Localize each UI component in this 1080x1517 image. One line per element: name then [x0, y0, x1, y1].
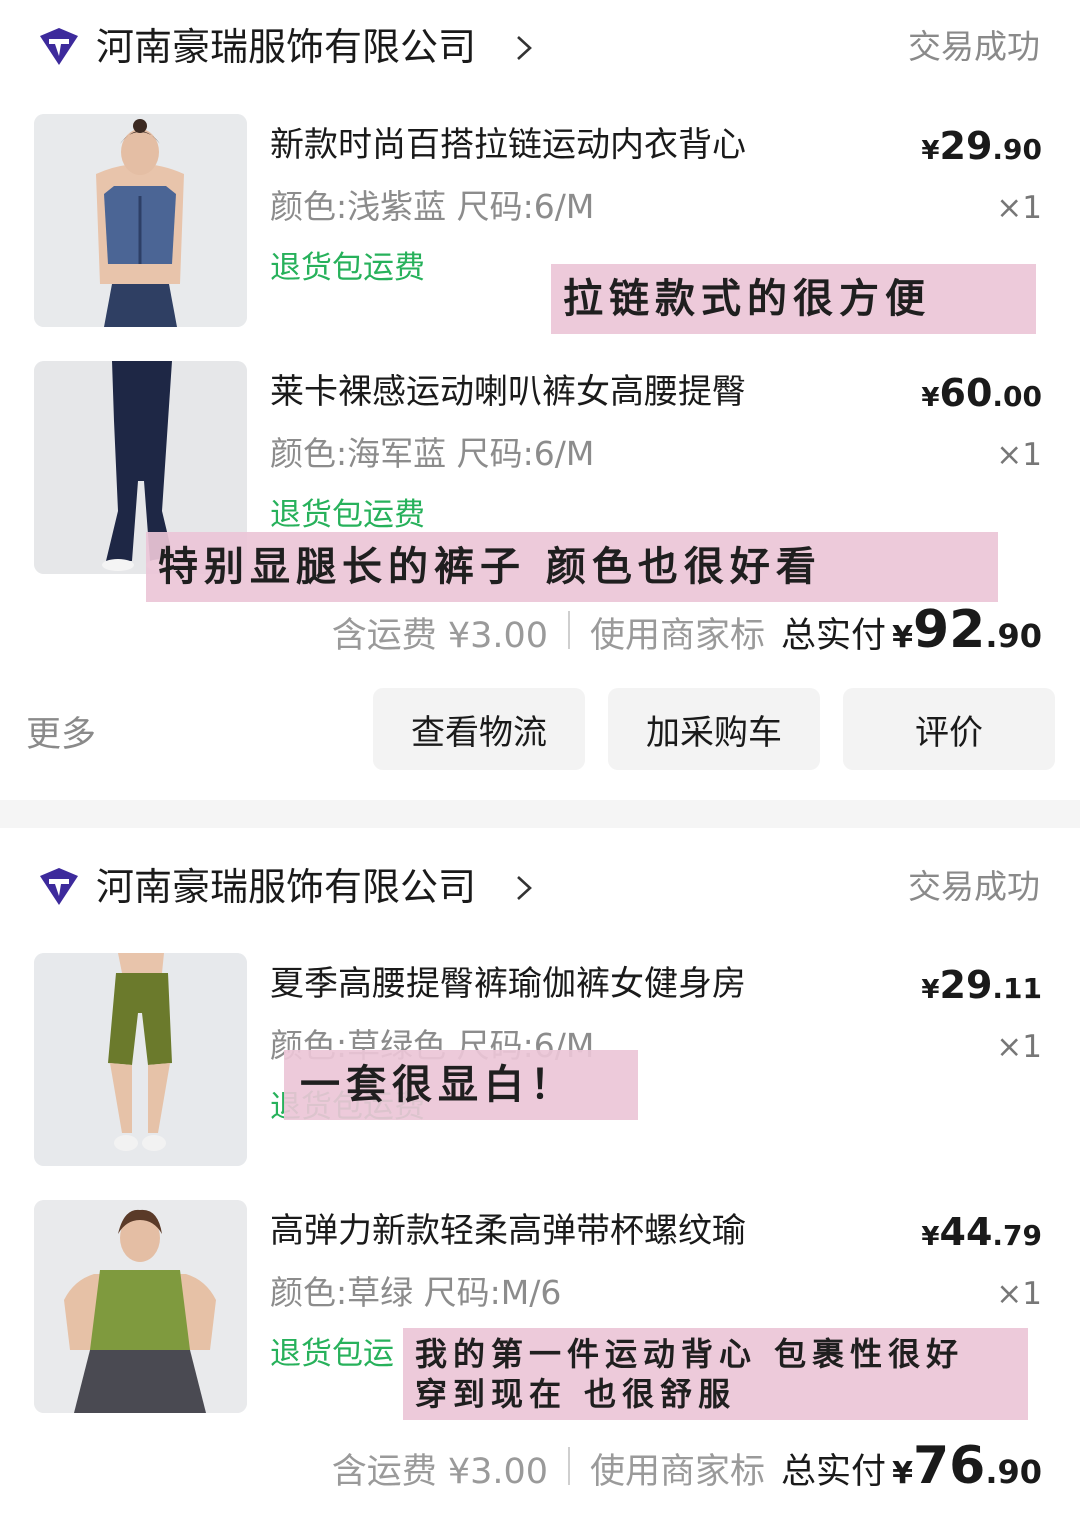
order-actions: 更多 查看物流 加采购车 评价 [0, 688, 1080, 772]
total-label: 总实付 [781, 616, 887, 656]
merchant-note: 使用商家标 [590, 616, 766, 656]
annotation-line: 我的第一件运动背心 包裹性很好 [415, 1335, 965, 1373]
product-spec: 颜色:浅紫蓝 尺码:6/M [270, 187, 595, 226]
total-label: 总实付 [781, 1452, 887, 1492]
total-amount-decimal: .90 [985, 617, 1042, 655]
review-button[interactable]: 评价 [843, 688, 1055, 770]
product-title[interactable]: 高弹力新款轻柔高弹带杯螺纹瑜 [270, 1208, 830, 1254]
product-thumbnail[interactable] [34, 114, 247, 327]
return-shipping-tag: 退货包运费 [270, 497, 425, 533]
total-currency: ¥ [892, 620, 913, 655]
more-button[interactable]: 更多 [26, 706, 96, 757]
product-thumbnail[interactable] [34, 953, 247, 1166]
annotation-note: 拉链款式的很方便 [551, 264, 1036, 334]
blue-zip-sports-bra-photo [34, 114, 247, 327]
total-amount-decimal: .90 [985, 1453, 1042, 1491]
view-logistics-button[interactable]: 查看物流 [373, 688, 585, 770]
shop-name[interactable]: 河南豪瑞服饰有限公司 [96, 862, 476, 912]
order-separator [0, 800, 1080, 828]
annotation-line: 穿到现在 也很舒服 [415, 1375, 737, 1413]
product-quantity: ×1 [996, 437, 1042, 473]
annotation-note: 特别显腿长的裤子 颜色也很好看 [146, 532, 998, 602]
product-spec: 颜色:海军蓝 尺码:6/M [270, 434, 595, 473]
return-shipping-tag: 退货包运费 [270, 250, 425, 286]
product-price: ¥29.11 [921, 963, 1042, 1007]
return-shipping-tag: 退货包运 [270, 1336, 394, 1372]
total-currency: ¥ [892, 1456, 913, 1491]
shop-header[interactable]: 河南豪瑞服饰有限公司 交易成功 [0, 840, 1080, 935]
product-thumbnail[interactable] [34, 1200, 247, 1413]
total-amount-integer: 76 [912, 1436, 986, 1496]
order-card: 河南豪瑞服饰有限公司 交易成功 新款时尚百搭拉链运动内衣背心 颜色:浅紫蓝 尺码… [0, 0, 1080, 800]
product-title[interactable]: 新款时尚百搭拉链运动内衣背心 [270, 122, 830, 168]
green-tank-top-photo [34, 1200, 247, 1413]
shop-logo-icon [40, 868, 78, 905]
order-summary: 含运费 ¥3.00 使用商家标 总实付 ¥ 76 .90 [332, 1436, 1042, 1496]
product-price: ¥60.00 [921, 371, 1042, 415]
product-quantity: ×1 [996, 190, 1042, 226]
chevron-right-icon[interactable] [512, 33, 536, 63]
merchant-note: 使用商家标 [590, 1452, 766, 1492]
green-biker-shorts-photo [34, 953, 247, 1166]
product-quantity: ×1 [996, 1276, 1042, 1312]
divider [568, 611, 571, 649]
product-price: ¥44.79 [921, 1210, 1042, 1254]
total-amount-integer: 92 [912, 600, 986, 660]
order-status: 交易成功 [908, 867, 1040, 906]
product-title[interactable]: 莱卡裸感运动喇叭裤女高腰提臀 [270, 369, 830, 415]
shop-name[interactable]: 河南豪瑞服饰有限公司 [96, 22, 476, 72]
product-title[interactable]: 夏季高腰提臀裤瑜伽裤女健身房 [270, 961, 830, 1007]
order-status: 交易成功 [908, 27, 1040, 66]
divider [568, 1447, 571, 1485]
shop-logo-icon [40, 28, 78, 65]
shipping-fee: 含运费 ¥3.00 [331, 1452, 549, 1492]
chevron-right-icon[interactable] [512, 873, 536, 903]
product-quantity: ×1 [996, 1029, 1042, 1065]
order-summary: 含运费 ¥3.00 使用商家标 总实付 ¥ 92 .90 [332, 600, 1042, 660]
product-spec: 颜色:草绿 尺码:M/6 [270, 1273, 562, 1312]
shipping-fee: 含运费 ¥3.00 [331, 616, 549, 656]
shop-header[interactable]: 河南豪瑞服饰有限公司 交易成功 [0, 0, 1080, 95]
annotation-note-block: 我的第一件运动背心 包裹性很好 穿到现在 也很舒服 [403, 1328, 1028, 1420]
annotation-note: 一套很显白！ [284, 1050, 638, 1120]
add-to-purchase-cart-button[interactable]: 加采购车 [608, 688, 820, 770]
product-price: ¥29.90 [921, 124, 1042, 168]
